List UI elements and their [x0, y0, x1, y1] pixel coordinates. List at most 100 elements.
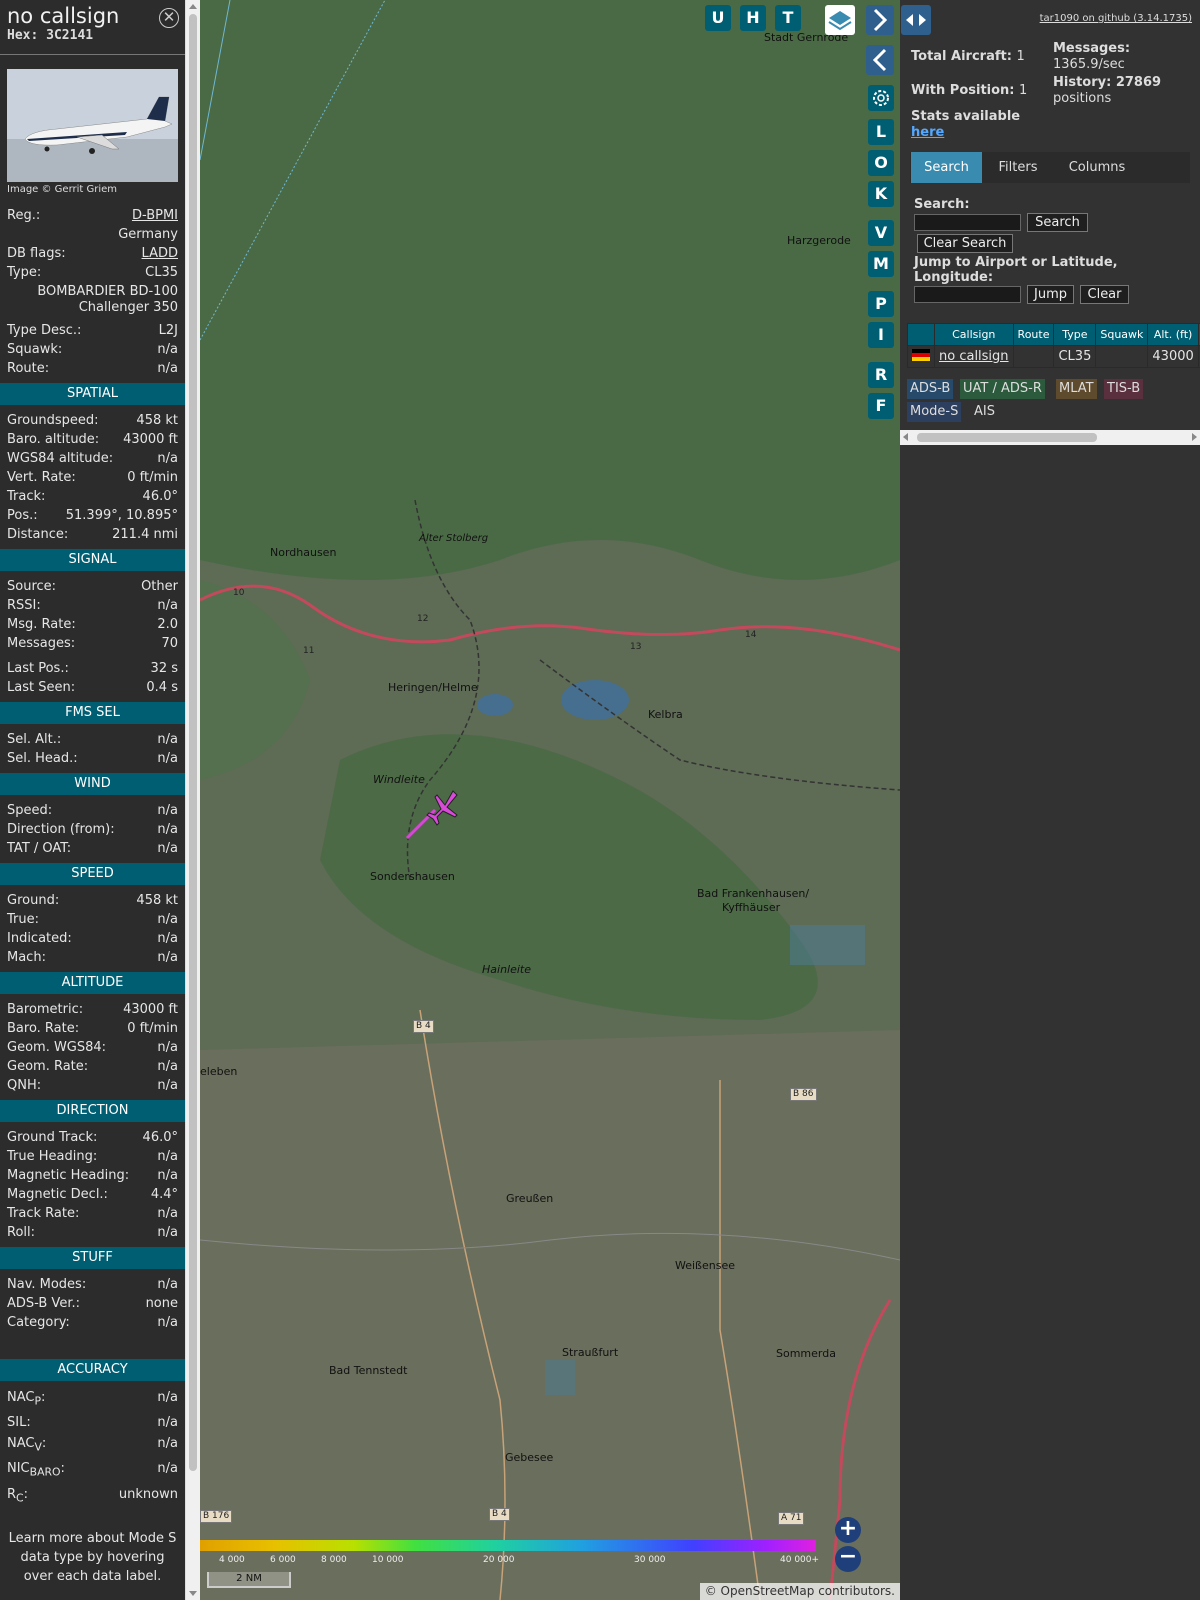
map-button-v[interactable]: V — [868, 220, 894, 246]
map-button-r[interactable]: R — [868, 362, 894, 388]
plane-icon[interactable] — [426, 790, 458, 826]
table-row[interactable]: no callsign CL35 43000 — [907, 345, 1200, 368]
map-button-p[interactable]: P — [868, 291, 894, 317]
info-row-value: 46.0° — [142, 1130, 178, 1145]
info-row: Barometric: 43000 ft — [0, 1000, 185, 1019]
dbflags-link[interactable]: LADD — [142, 244, 178, 263]
close-icon[interactable]: ✕ — [159, 8, 179, 28]
map-button-o[interactable]: O — [868, 150, 894, 176]
info-row-label: Baro. altitude: — [7, 432, 100, 447]
section-wind: WIND — [0, 773, 185, 795]
info-row-label: Magnetic Heading: — [7, 1168, 130, 1183]
map-attribution: © OpenStreetMap contributors. — [699, 1583, 900, 1600]
map-button-k[interactable]: K — [868, 181, 894, 207]
info-row-label: Ground: — [7, 893, 60, 908]
table-scrollbar-thumb[interactable] — [917, 433, 1097, 442]
rc-label: RC: — [7, 1486, 28, 1505]
place-label-bad-frankenhausen: Bad Frankenhausen/ — [697, 887, 810, 900]
jump-button[interactable]: Jump — [1027, 285, 1074, 304]
messages-label: Messages: — [1053, 41, 1131, 56]
place-label-nordhausen: Nordhausen — [270, 546, 337, 559]
openstreetmap-link[interactable]: OpenStreetMap — [721, 1584, 815, 1598]
place-label-gebesee: Gebesee — [505, 1451, 554, 1464]
tab-search[interactable]: Search — [911, 152, 982, 183]
sidebar-scrollbar-thumb[interactable] — [189, 14, 197, 1471]
info-row: Magnetic Decl.: 4.4° — [0, 1185, 185, 1204]
search-button[interactable]: Search — [1027, 213, 1088, 232]
stats-here-link[interactable]: here — [911, 125, 944, 140]
layers-icon[interactable] — [825, 5, 855, 35]
info-row: ADS-B Ver.: none — [0, 1294, 185, 1313]
github-link[interactable]: tar1090 on github (3.14.1735) — [1040, 13, 1192, 24]
col-type[interactable]: Type — [1053, 323, 1097, 346]
sidebar-scrollbar[interactable] — [185, 0, 200, 1600]
map-button-i[interactable]: I — [868, 322, 894, 348]
total-aircraft-value: 1 — [1016, 49, 1025, 64]
zoom-in-button[interactable]: + — [835, 1517, 861, 1543]
info-row-value: n/a — [157, 1206, 178, 1221]
col-squawk[interactable]: Squawk — [1095, 323, 1149, 346]
toggle-sidebar-button[interactable] — [901, 5, 931, 35]
zoom-out-button[interactable]: − — [835, 1546, 861, 1572]
info-row-value: n/a — [157, 732, 178, 747]
rc-value: unknown — [118, 1486, 178, 1502]
direction-rows: Ground Track: 46.0° True Heading: n/a Magnet… — [0, 1128, 185, 1242]
map-button-h[interactable]: H — [740, 5, 766, 31]
map-button-u[interactable]: U — [705, 5, 731, 31]
col-callsign[interactable]: Callsign — [934, 323, 1014, 346]
nacp-row: NACP: n/a — [0, 1387, 185, 1413]
history-unit: positions — [1053, 91, 1112, 106]
aircraft-photo[interactable] — [7, 69, 178, 182]
search-input[interactable] — [914, 214, 1021, 231]
info-row-value: 211.4 nmi — [112, 527, 178, 542]
info-row-value: n/a — [157, 841, 178, 856]
total-aircraft-label: Total Aircraft: — [911, 49, 1012, 64]
clear-jump-button[interactable]: Clear — [1080, 285, 1129, 304]
info-row-value: 458 kt — [136, 413, 178, 428]
info-row: Baro. altitude: 43000 ft — [0, 430, 185, 449]
info-row: Nav. Modes: n/a — [0, 1275, 185, 1294]
highway-km-13: 13 — [630, 642, 642, 652]
registration-link[interactable]: D-BPMI — [132, 206, 178, 225]
aircraft-marker[interactable] — [405, 785, 465, 840]
country-row: Germany — [0, 225, 185, 244]
dbflags-label: DB flags: — [7, 246, 66, 261]
row-type: CL35 — [1053, 345, 1097, 368]
fms-rows: Sel. Alt.: n/a Sel. Head.: n/a — [0, 730, 185, 768]
map-button-m[interactable]: M — [868, 251, 894, 277]
col-altitude[interactable]: Alt. (ft) — [1147, 323, 1199, 346]
info-row-value: n/a — [157, 912, 178, 927]
table-horizontal-scrollbar[interactable] — [900, 430, 1200, 445]
map-button-t[interactable]: T — [775, 5, 801, 31]
typedesc-value: L2J — [158, 323, 178, 338]
type-label: Type: — [7, 265, 42, 280]
col-route[interactable]: Route — [1012, 323, 1055, 346]
info-row: Track Rate: n/a — [0, 1204, 185, 1223]
info-row-value: n/a — [157, 950, 178, 965]
info-row-label: Indicated: — [7, 931, 72, 946]
sidebar-header: no callsign Hex: 3C2141 ✕ — [0, 0, 185, 55]
nacv-label: NACV: — [7, 1435, 47, 1454]
map-button-f[interactable]: F — [868, 393, 894, 419]
jump-input[interactable] — [914, 286, 1021, 303]
typedesc-label: Type Desc.: — [7, 323, 82, 338]
map-button-l[interactable]: L — [868, 119, 894, 145]
settings-button[interactable] — [868, 85, 894, 111]
info-row: Source: Other — [0, 577, 185, 596]
germany-flag-icon — [907, 345, 935, 368]
expand-panel-button[interactable] — [866, 5, 894, 35]
type-row: Type: CL35 — [0, 263, 185, 282]
row-callsign[interactable]: no callsign — [934, 345, 1014, 368]
info-row-value: n/a — [157, 1277, 178, 1292]
info-row: Speed: n/a — [0, 801, 185, 820]
tab-filters[interactable]: Filters — [986, 152, 1050, 183]
col-flag[interactable] — [907, 323, 935, 346]
collapse-panel-button[interactable] — [866, 45, 894, 75]
dbflags-row: DB flags: LADD — [0, 244, 185, 263]
map-view[interactable]: Stadt Gernrode Harzgerode Alter Stolberg… — [200, 0, 900, 1600]
info-row-value: 51.399°, 10.895° — [65, 508, 178, 523]
clear-search-button[interactable]: Clear Search — [917, 234, 1013, 253]
road-label-b86: B 86 — [790, 1088, 817, 1101]
altitude-scale-label-40000: 40 000+ — [780, 1555, 820, 1565]
tab-columns[interactable]: Columns — [1054, 152, 1140, 183]
